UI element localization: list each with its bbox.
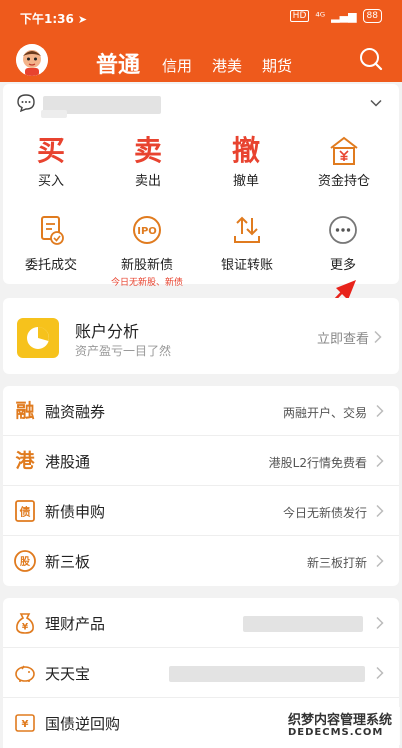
list-item-title: 天天宝 xyxy=(45,665,91,683)
chevron-right-icon xyxy=(376,616,384,630)
buy-glyph: 买 xyxy=(36,134,65,167)
list-item-title: 新债申购 xyxy=(45,503,106,521)
navigation-icon: ➤ xyxy=(77,13,88,26)
list-item-title: 新三板 xyxy=(45,553,91,571)
repo-icon-char: ¥ xyxy=(22,719,29,730)
orders-trades-label: 委托成交 xyxy=(24,258,77,273)
chevron-right-icon xyxy=(376,554,384,568)
list-item-margin-trading[interactable]: 融 融资融券 两融开户、交易 xyxy=(3,386,399,436)
pie-chart-icon xyxy=(17,318,59,358)
list-item-neeq[interactable]: 股 新三板 新三板打新 xyxy=(3,536,399,586)
masked-value xyxy=(243,616,363,632)
order-check-icon xyxy=(41,216,64,245)
masked-account-name xyxy=(41,110,67,118)
status-time: 下午1:36 ➤ xyxy=(20,12,88,26)
list-item-note: 新三板打新 xyxy=(306,556,367,570)
chevron-right-icon xyxy=(376,666,384,680)
ipo-bonds-note: 今日无新股、新债 xyxy=(110,278,183,288)
analysis-title: 账户分析 xyxy=(75,322,140,341)
repo-icon: ¥ xyxy=(13,711,37,735)
margin-icon: 融 xyxy=(15,400,35,422)
list-item-note: 港股L2行情免费看 xyxy=(268,456,367,470)
tab-credit[interactable]: 信用 xyxy=(162,54,192,78)
funds-holdings-button[interactable]: 资金持仓 xyxy=(299,134,389,189)
search-icon[interactable] xyxy=(358,46,384,72)
list-item-title: 理财产品 xyxy=(45,615,106,633)
svg-text:IPO: IPO xyxy=(137,226,157,237)
tab-hk-us[interactable]: 港美 xyxy=(212,54,242,78)
ipo-bonds-label: 新股新债 xyxy=(120,258,173,273)
list-item-title: 港股通 xyxy=(45,453,91,471)
money-bag-icon: ¥ xyxy=(13,611,37,635)
cancel-label: 撤单 xyxy=(232,174,259,189)
list-item-title: 国债逆回购 xyxy=(45,715,121,733)
list-item-new-bond[interactable]: 债 新债申购 今日无新债发行 xyxy=(3,486,399,536)
piggy-bank-icon xyxy=(13,661,37,685)
tab-futures[interactable]: 期货 xyxy=(262,54,292,78)
list-item-hk-connect[interactable]: 港 港股通 港股L2行情免费看 xyxy=(3,436,399,486)
orders-trades-button[interactable]: 委托成交 xyxy=(3,214,99,273)
chevron-right-icon xyxy=(376,404,384,418)
list-item-wealth-products[interactable]: ¥ 理财产品 xyxy=(3,598,399,648)
trade-panel: 买 买入 卖 卖出 撤 撤单 资金持仓 委托成交 IPO 新股新债 今日无新股、… xyxy=(3,84,399,288)
app-header: 下午1:36 ➤ HD ⁴ᴳ ▂▄▆ 88 普通 信用 港美 期货 xyxy=(0,0,402,82)
wealth-icon-char: ¥ xyxy=(22,623,29,633)
neeq-icon-char: 股 xyxy=(20,556,31,568)
watermark-line2: DEDECMS.COM xyxy=(288,727,384,738)
wallet-yen-icon xyxy=(330,136,358,165)
watermark-line1: 织梦内容管理系统 xyxy=(288,713,393,728)
chevron-down-icon[interactable] xyxy=(369,96,383,110)
account-type-tabs: 普通 信用 港美 期货 xyxy=(96,42,312,78)
cancel-glyph: 撤 xyxy=(231,134,260,167)
signal-bars-icon: ▂▄▆ xyxy=(331,9,357,23)
message-icon[interactable] xyxy=(15,92,37,114)
cancel-order-button[interactable]: 撤 撤单 xyxy=(201,134,291,189)
services-list: 融 融资融券 两融开户、交易 港 港股通 港股L2行情免费看 债 新债申购 今日… xyxy=(3,386,399,586)
buy-label: 买入 xyxy=(37,174,64,189)
funds-holdings-label: 资金持仓 xyxy=(317,174,370,189)
more-button[interactable]: 更多 xyxy=(295,214,391,273)
buy-button[interactable]: 买 买入 xyxy=(6,134,96,189)
chevron-right-icon xyxy=(376,504,384,518)
status-icons: HD ⁴ᴳ ▂▄▆ 88 xyxy=(289,9,382,23)
signal-icon: ⁴ᴳ xyxy=(315,9,326,23)
more-icon xyxy=(329,216,357,244)
analysis-subtitle: 资产盈亏一目了然 xyxy=(75,344,172,358)
tab-normal[interactable]: 普通 xyxy=(96,54,140,78)
masked-value xyxy=(169,666,365,682)
bond-icon: 债 xyxy=(13,499,37,523)
status-bar: 下午1:36 ➤ HD ⁴ᴳ ▂▄▆ 88 xyxy=(0,0,402,34)
chevron-right-icon xyxy=(376,454,384,468)
hd-badge: HD xyxy=(289,10,310,22)
chevron-right-icon xyxy=(374,330,382,344)
sell-label: 卖出 xyxy=(134,174,161,189)
ipo-icon: IPO xyxy=(133,216,161,244)
list-item-note: 今日无新债发行 xyxy=(282,506,367,520)
hk-icon: 港 xyxy=(15,450,35,472)
account-analysis-card[interactable]: 账户分析 资产盈亏一目了然 立即查看 xyxy=(3,298,399,374)
user-avatar[interactable] xyxy=(16,44,48,76)
ipo-bonds-button[interactable]: IPO 新股新债 今日无新股、新债 xyxy=(99,214,195,288)
more-label: 更多 xyxy=(329,258,356,273)
bank-transfer-button[interactable]: 银证转账 xyxy=(199,214,295,273)
view-now-link[interactable]: 立即查看 xyxy=(317,328,369,347)
bond-icon-char: 债 xyxy=(20,505,31,519)
site-watermark: 织梦内容管理系统 DEDECMS.COM xyxy=(282,707,400,745)
bank-transfer-label: 银证转账 xyxy=(220,258,273,273)
battery-icon: 88 xyxy=(362,9,382,23)
sell-glyph: 卖 xyxy=(133,134,162,167)
neeq-icon: 股 xyxy=(13,549,37,573)
list-item-tiantianbao[interactable]: 天天宝 xyxy=(3,648,399,698)
list-item-note: 两融开户、交易 xyxy=(282,406,367,420)
account-selector[interactable] xyxy=(3,84,399,124)
sell-button[interactable]: 卖 卖出 xyxy=(103,134,193,189)
transfer-icon xyxy=(234,216,260,243)
list-item-title: 融资融券 xyxy=(45,403,106,421)
